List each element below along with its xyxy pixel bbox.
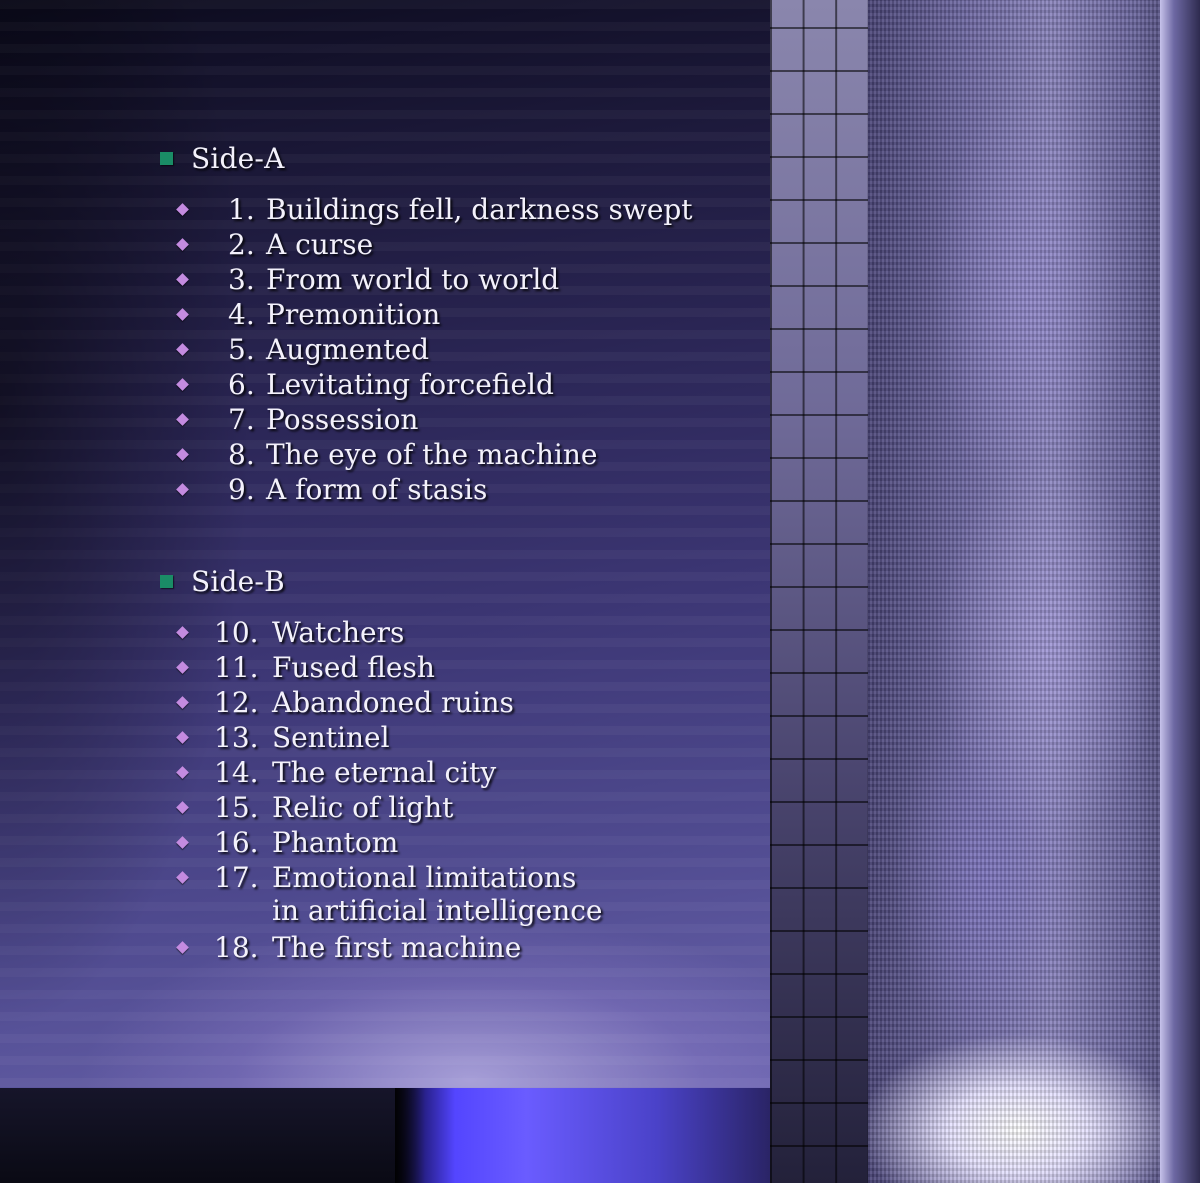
track-title: Levitating forcefield	[266, 368, 554, 401]
square-bullet-icon	[160, 151, 173, 165]
track-number: 7.	[228, 403, 255, 436]
track-item: 6. Levitating forcefield	[176, 368, 554, 403]
track-item: 17. Emotional limitations in artificial …	[176, 861, 603, 931]
diamond-bullet-icon	[176, 238, 189, 251]
track-title-line-1: Emotional limitations	[272, 861, 577, 894]
diamond-bullet-icon	[176, 731, 189, 744]
diamond-bullet-icon	[176, 871, 189, 884]
track-item: 13. Sentinel	[176, 721, 390, 756]
track-title: The first machine	[272, 931, 522, 964]
track-title: Relic of light	[272, 791, 454, 824]
track-title: Phantom	[272, 826, 399, 859]
diamond-bullet-icon	[176, 661, 189, 674]
right-edge-strip	[1160, 0, 1200, 1183]
track-number: 5.	[228, 333, 255, 366]
diamond-bullet-icon	[176, 483, 189, 496]
track-title: Abandoned ruins	[272, 686, 514, 719]
track-title: From world to world	[266, 263, 560, 296]
diamond-bullet-icon	[176, 766, 189, 779]
track-number: 4.	[228, 298, 255, 331]
track-number: 13.	[214, 721, 259, 754]
diamond-bullet-icon	[176, 801, 189, 814]
track-number: 2.	[228, 228, 255, 261]
track-title: Emotional limitations in artificial inte…	[272, 861, 603, 927]
track-item: 3. From world to world	[176, 263, 559, 298]
track-item: 2. A curse	[176, 228, 373, 263]
track-number: 9.	[228, 473, 255, 506]
textured-image-panel	[868, 0, 1200, 1183]
diamond-bullet-icon	[176, 413, 189, 426]
track-title: Possession	[266, 403, 419, 436]
track-number: 11.	[214, 651, 259, 684]
track-title: A curse	[266, 228, 374, 261]
diamond-bullet-icon	[176, 308, 189, 321]
diamond-bullet-icon	[176, 941, 189, 954]
track-number: 12.	[214, 686, 259, 719]
diamond-bullet-icon	[176, 836, 189, 849]
track-number: 15.	[214, 791, 259, 824]
track-item: 4. Premonition	[176, 298, 440, 333]
track-number: 18.	[214, 931, 259, 964]
track-title: Watchers	[272, 616, 405, 649]
track-title-line-2: in artificial intelligence	[272, 894, 603, 927]
track-number: 17.	[214, 861, 259, 894]
track-item: 16. Phantom	[176, 826, 398, 861]
track-item: 9. A form of stasis	[176, 473, 487, 508]
track-title: Buildings fell, darkness swept	[266, 193, 693, 226]
diamond-bullet-icon	[176, 203, 189, 216]
track-item: 1. Buildings fell, darkness swept	[176, 193, 693, 228]
diamond-bullet-icon	[176, 343, 189, 356]
square-bullet-icon	[160, 574, 173, 588]
track-item: 14. The eternal city	[176, 756, 496, 791]
track-item: 7. Possession	[176, 403, 418, 438]
track-item: 8. The eye of the machine	[176, 438, 597, 473]
track-number: 16.	[214, 826, 259, 859]
track-title: Augmented	[266, 333, 430, 366]
diamond-bullet-icon	[176, 448, 189, 461]
track-title: Fused flesh	[272, 651, 435, 684]
track-item: 12. Abandoned ruins	[176, 686, 514, 721]
side-b-title: Side-B	[191, 564, 285, 598]
side-b-header: Side-B	[160, 563, 285, 599]
track-number: 6.	[228, 368, 255, 401]
track-number: 1.	[228, 193, 255, 226]
diamond-bullet-icon	[176, 378, 189, 391]
track-title: The eternal city	[272, 756, 497, 789]
track-number: 3.	[228, 263, 255, 296]
bottom-blue-glow	[395, 1088, 770, 1183]
tracklist: Side-A 1. Buildings fell, darkness swept…	[0, 0, 770, 1090]
track-number: 8.	[228, 438, 255, 471]
track-title: A form of stasis	[266, 473, 488, 506]
track-item: 5. Augmented	[176, 333, 429, 368]
track-title: Premonition	[266, 298, 441, 331]
side-a-header: Side-A	[160, 140, 285, 176]
track-item: 18. The first machine	[176, 931, 521, 966]
side-a-title: Side-A	[191, 141, 285, 175]
diamond-bullet-icon	[176, 626, 189, 639]
diamond-bullet-icon	[176, 273, 189, 286]
track-item: 11. Fused flesh	[176, 651, 435, 686]
track-item: 10. Watchers	[176, 616, 404, 651]
track-number: 14.	[214, 756, 259, 789]
diamond-bullet-icon	[176, 696, 189, 709]
track-title: Sentinel	[272, 721, 390, 754]
track-number: 10.	[214, 616, 259, 649]
grid-tile-column	[770, 0, 868, 1183]
track-item: 15. Relic of light	[176, 791, 453, 826]
track-title: The eye of the machine	[266, 438, 598, 471]
album-back-cover: Side-A 1. Buildings fell, darkness swept…	[0, 0, 1200, 1183]
